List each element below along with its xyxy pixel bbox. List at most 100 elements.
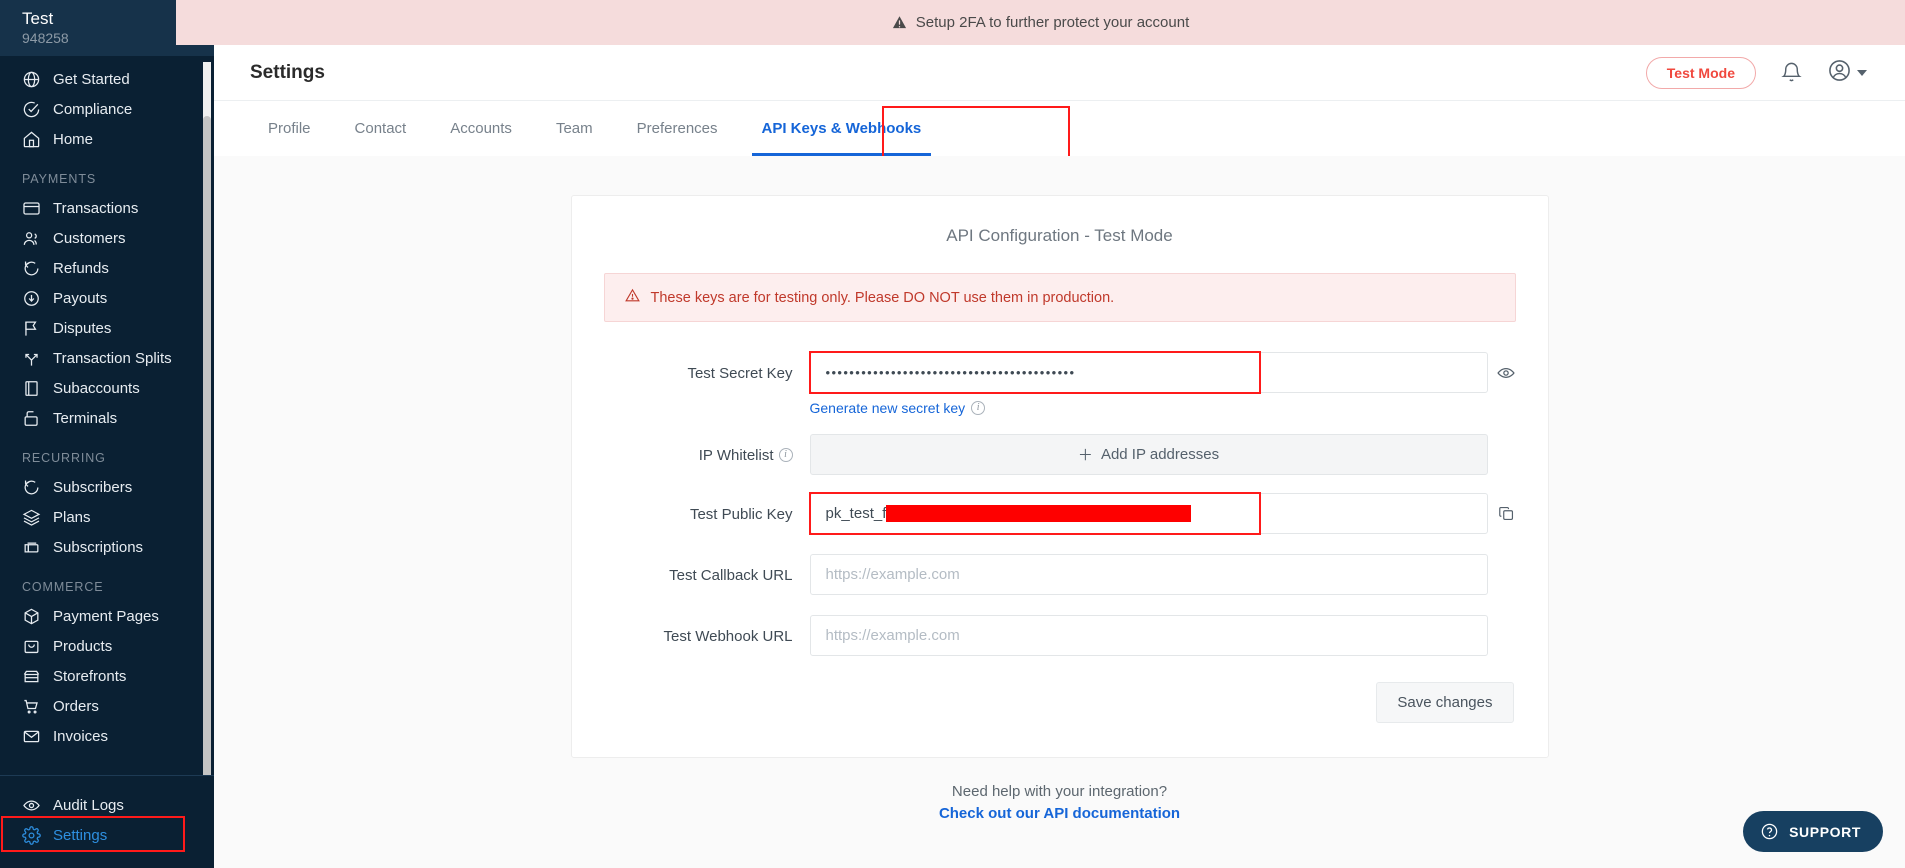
alert-text: These keys are for testing only. Please … bbox=[650, 289, 1115, 306]
callback-url-placeholder: https://example.com bbox=[825, 566, 960, 583]
secret-key-input[interactable]: ••••••••••••••••••••••••••••••••••••••••… bbox=[809, 352, 1488, 393]
sidebar-item-invoices[interactable]: Invoices bbox=[0, 721, 214, 751]
sidebar-item-payouts[interactable]: Payouts bbox=[0, 283, 214, 313]
eye-icon[interactable] bbox=[1496, 363, 1516, 383]
refund-arrow-icon bbox=[22, 259, 41, 278]
tab-preferences[interactable]: Preferences bbox=[615, 101, 740, 156]
sidebar-item-get-started[interactable]: Get Started bbox=[0, 64, 214, 94]
sidebar-bottom-group: Audit Logs Settings bbox=[0, 775, 214, 868]
callback-url-body: https://example.com bbox=[809, 554, 1516, 595]
twofa-banner[interactable]: Setup 2FA to further protect your accoun… bbox=[176, 0, 1905, 45]
tab-contact[interactable]: Contact bbox=[333, 101, 429, 156]
home-icon bbox=[22, 130, 41, 149]
banner-text: Setup 2FA to further protect your accoun… bbox=[915, 14, 1190, 31]
sidebar-item-label: Payment Pages bbox=[53, 607, 159, 625]
main-area: Setup 2FA to further protect your accoun… bbox=[176, 0, 1905, 868]
box-icon bbox=[22, 607, 41, 626]
sidebar-item-transactions[interactable]: Transactions bbox=[0, 193, 214, 223]
integration-help-footer: Need help with your integration? Check o… bbox=[214, 783, 1905, 822]
info-icon[interactable]: i bbox=[778, 448, 793, 462]
add-ip-addresses-button[interactable]: ＋ Add IP addresses bbox=[809, 434, 1488, 475]
layers-icon bbox=[22, 508, 41, 527]
field-row-callback-url: Test Callback URL https://example.com bbox=[604, 554, 1516, 595]
sidebar-item-home[interactable]: Home bbox=[0, 124, 214, 154]
sidebar-item-audit-logs[interactable]: Audit Logs bbox=[0, 790, 214, 820]
sidebar-item-label: Refunds bbox=[53, 259, 109, 277]
sidebar-item-disputes[interactable]: Disputes bbox=[0, 313, 214, 343]
generate-new-secret-key-link[interactable]: Generate new secret key i bbox=[810, 400, 1516, 416]
callback-url-input[interactable]: https://example.com bbox=[809, 554, 1488, 595]
sidebar-item-settings[interactable]: Settings bbox=[0, 820, 214, 850]
field-row-ip-whitelist: IP Whitelist i ＋ Add IP addresses bbox=[604, 434, 1516, 475]
sidebar-item-subscriptions[interactable]: Subscriptions bbox=[0, 532, 214, 562]
ip-whitelist-label: IP Whitelist bbox=[698, 447, 774, 464]
page-title: Settings bbox=[250, 61, 325, 83]
test-mode-badge[interactable]: Test Mode bbox=[1645, 56, 1756, 89]
sidebar-item-terminals[interactable]: Terminals bbox=[0, 403, 214, 433]
test-keys-alert: These keys are for testing only. Please … bbox=[603, 273, 1516, 322]
warning-triangle-icon bbox=[892, 15, 907, 30]
card-title: API Configuration - Test Mode bbox=[946, 226, 1173, 245]
book-icon bbox=[22, 379, 41, 398]
sidebar-item-label: Get Started bbox=[53, 70, 130, 88]
account-menu-button[interactable] bbox=[1827, 58, 1867, 88]
add-ip-label: Add IP addresses bbox=[1100, 446, 1220, 463]
refund-arrow-icon bbox=[22, 478, 41, 497]
bell-icon[interactable] bbox=[1780, 61, 1803, 84]
sidebar-item-label: Settings bbox=[53, 826, 108, 844]
sidebar-item-label: Storefronts bbox=[53, 667, 127, 685]
sidebar-item-label: Audit Logs bbox=[53, 796, 124, 814]
warning-triangle-icon bbox=[624, 288, 640, 307]
api-documentation-link[interactable]: Check out our API documentation bbox=[214, 805, 1905, 822]
sidebar: Test 948258 Get Started Compliance Home … bbox=[0, 0, 214, 868]
plus-icon: ＋ bbox=[1077, 447, 1093, 464]
info-icon[interactable]: i bbox=[971, 401, 986, 415]
sidebar-item-label: Subscriptions bbox=[53, 538, 144, 556]
sidebar-item-label: Invoices bbox=[53, 727, 109, 745]
sidebar-section-payments: PAYMENTS bbox=[22, 172, 97, 186]
sidebar-item-transaction-splits[interactable]: Transaction Splits bbox=[0, 343, 214, 373]
public-key-input[interactable]: pk_test_f bbox=[809, 493, 1488, 534]
account-id: 948258 bbox=[22, 30, 69, 46]
terminal-icon bbox=[22, 409, 41, 428]
sidebar-item-label: Products bbox=[53, 637, 113, 655]
sidebar-item-subscribers[interactable]: Subscribers bbox=[0, 472, 214, 502]
sidebar-item-refunds[interactable]: Refunds bbox=[0, 253, 214, 283]
split-icon bbox=[22, 349, 41, 368]
support-widget-button[interactable]: SUPPORT bbox=[1743, 811, 1883, 852]
flag-icon bbox=[22, 319, 41, 338]
sidebar-item-subaccounts[interactable]: Subaccounts bbox=[0, 373, 214, 403]
sidebar-scrollbar-thumb[interactable] bbox=[203, 116, 211, 775]
sidebar-item-orders[interactable]: Orders bbox=[0, 691, 214, 721]
sidebar-item-compliance[interactable]: Compliance bbox=[0, 94, 214, 124]
save-changes-button[interactable]: Save changes bbox=[1376, 682, 1514, 723]
sidebar-item-storefronts[interactable]: Storefronts bbox=[0, 661, 214, 691]
sidebar-item-label: Payouts bbox=[53, 289, 108, 307]
sidebar-item-label: Plans bbox=[53, 508, 91, 526]
sidebar-item-customers[interactable]: Customers bbox=[0, 223, 214, 253]
callback-url-label: Test Callback URL bbox=[669, 567, 793, 584]
sidebar-item-label: Orders bbox=[53, 697, 99, 715]
sidebar-item-label: Terminals bbox=[53, 409, 118, 427]
sidebar-item-label: Disputes bbox=[53, 319, 112, 337]
webhook-url-input[interactable]: https://example.com bbox=[809, 615, 1488, 656]
ip-whitelist-body: ＋ Add IP addresses bbox=[809, 434, 1516, 475]
settings-content: API Configuration - Test Mode These keys… bbox=[214, 156, 1905, 868]
bag-icon bbox=[22, 637, 41, 656]
sidebar-item-label: Subaccounts bbox=[53, 379, 140, 397]
tab-team[interactable]: Team bbox=[534, 101, 615, 156]
tab-profile[interactable]: Profile bbox=[250, 101, 333, 156]
tab-accounts[interactable]: Accounts bbox=[428, 101, 534, 156]
sidebar-item-payment-pages[interactable]: Payment Pages bbox=[0, 601, 214, 631]
field-row-public-key: Test Public Key pk_test_f bbox=[604, 492, 1516, 535]
copy-icon[interactable] bbox=[1497, 504, 1516, 523]
field-row-webhook-url: Test Webhook URL https://example.com bbox=[604, 615, 1516, 656]
sidebar-section-commerce: COMMERCE bbox=[22, 580, 104, 594]
sidebar-item-plans[interactable]: Plans bbox=[0, 502, 214, 532]
users-icon bbox=[22, 229, 41, 248]
tab-api-keys-and-webhooks[interactable]: API Keys & Webhooks bbox=[740, 101, 944, 156]
secret-key-body: ••••••••••••••••••••••••••••••••••••••••… bbox=[808, 351, 1516, 416]
copy-stack-icon bbox=[22, 538, 41, 557]
sidebar-item-products[interactable]: Products bbox=[0, 631, 214, 661]
